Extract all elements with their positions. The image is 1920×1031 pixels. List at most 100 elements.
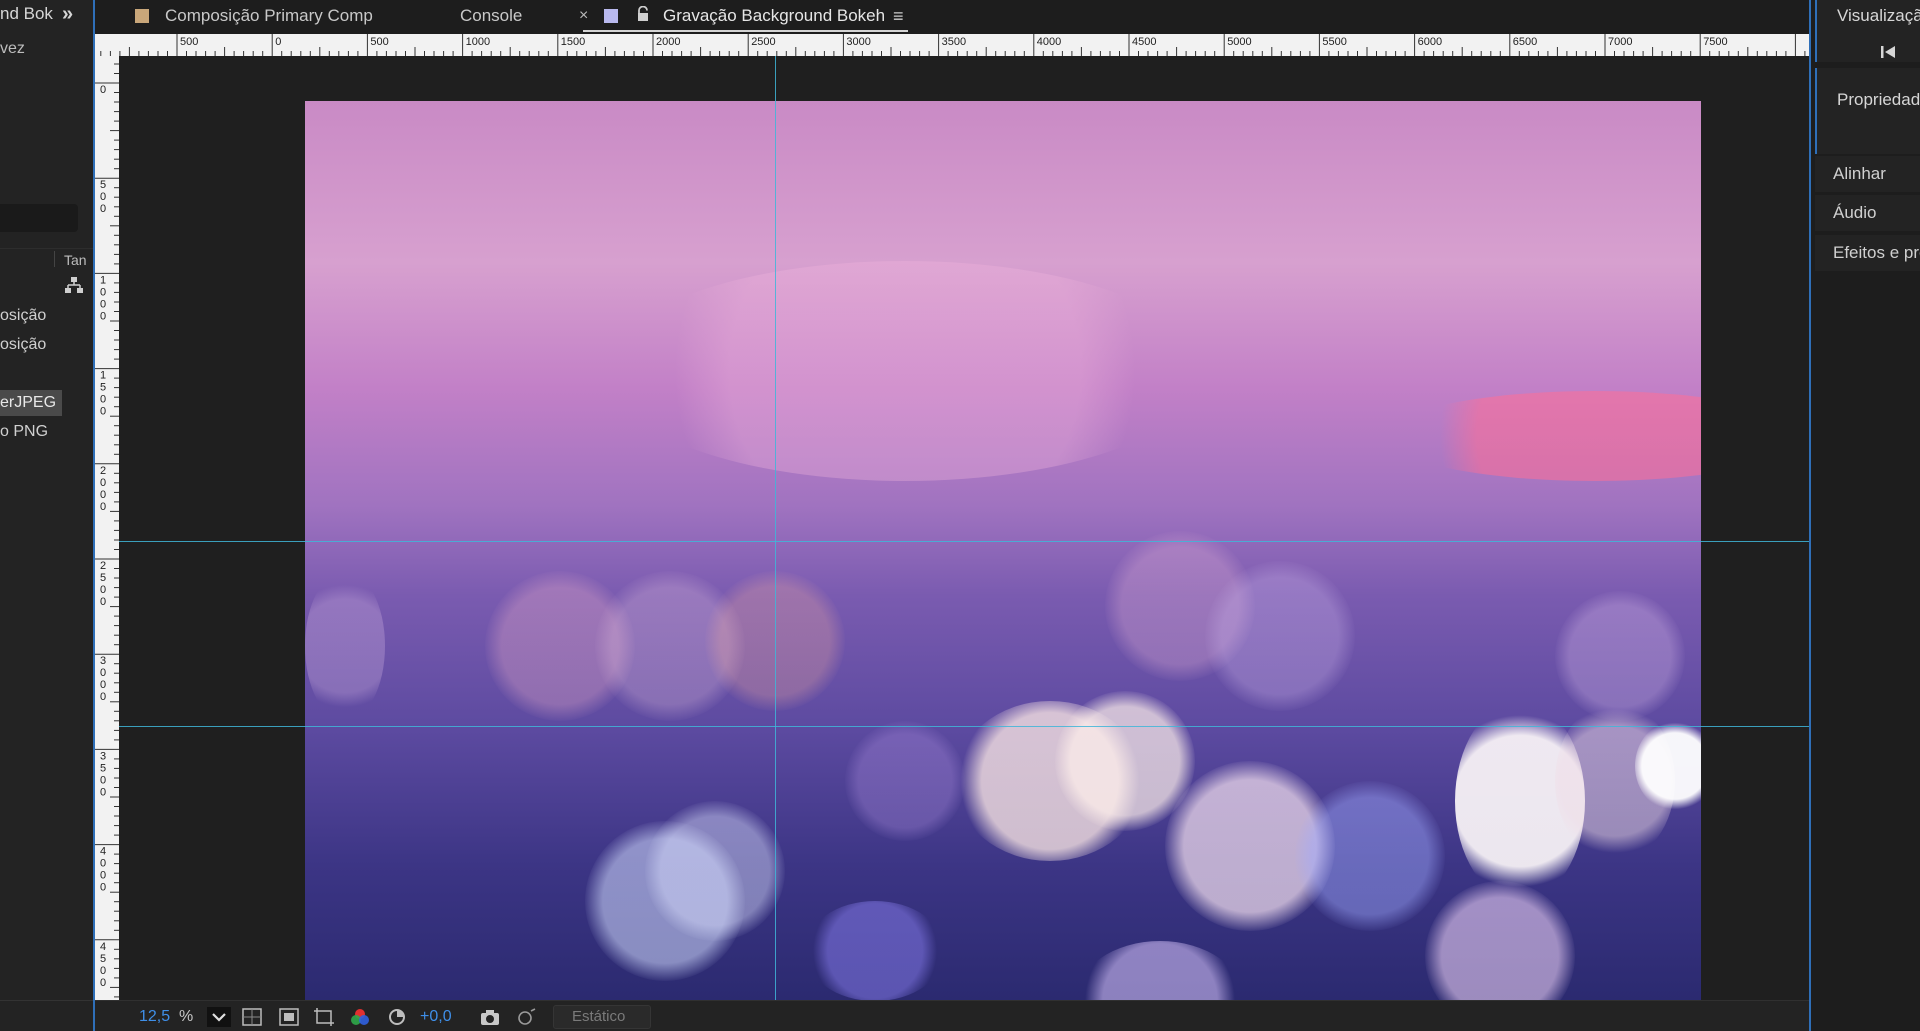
bokeh-light — [1295, 781, 1445, 931]
properties-panel-title[interactable]: Propriedade — [1837, 90, 1920, 110]
ruler-tick-label: 0 — [100, 489, 106, 501]
project-item-selected[interactable]: erJPEG — [0, 390, 62, 416]
ruler-tick-label: 4 — [100, 846, 106, 858]
bokeh-image — [305, 101, 1701, 1000]
ruler-tick-label: 500 — [370, 36, 388, 48]
bokeh-light — [605, 261, 1205, 481]
bokeh-light — [1555, 591, 1685, 721]
flowchart-icon[interactable] — [64, 276, 84, 294]
close-icon[interactable]: × — [579, 7, 588, 25]
ruler-tick-label: 0 — [100, 965, 106, 977]
double-chevron-right-icon[interactable]: » — [62, 3, 73, 26]
ruler-tick-label: 1 — [100, 274, 106, 286]
project-panel-subtitle: vez — [0, 40, 25, 57]
bokeh-light — [1385, 391, 1701, 481]
ruler-tick-label: 0 — [100, 977, 106, 989]
tab-primary-comp[interactable]: Composição Primary Comp — [165, 0, 373, 32]
ruler-tick-label: 0 — [100, 501, 106, 513]
active-tab-indicator — [583, 30, 908, 32]
horizontal-ruler[interactable]: 500 0 500 1000 1500 2000 2500 3000 3500 4000 4500 5… — [95, 34, 1809, 56]
ruler-tick-label: 5 — [100, 382, 106, 394]
tab-background-bokeh[interactable]: Gravação Background Bokeh — [663, 0, 885, 32]
ruler-tick-label: 0 — [100, 882, 106, 894]
preview-panel-title[interactable]: Visualizaçã — [1837, 6, 1920, 26]
composition-panel: Composição Primary Comp Console × Gravaç… — [93, 0, 1811, 1031]
ruler-tick-label: 0 — [100, 679, 106, 691]
divider — [0, 1000, 93, 1001]
bokeh-light — [805, 901, 945, 1000]
ruler-tick-label: 5 — [100, 572, 106, 584]
ruler-tick-label: 0 — [100, 286, 106, 298]
first-frame-icon[interactable] — [1879, 45, 1897, 59]
panel-menu-icon[interactable]: ≡ — [893, 6, 904, 27]
right-panels: Visualizaçã Propriedade Alinhar Áudio Ef… — [1811, 0, 1920, 1031]
ruler-tick-label: 0 — [100, 870, 106, 882]
project-item[interactable]: o PNG — [0, 419, 62, 445]
ruler-tick-label: 2 — [100, 560, 106, 572]
ruler-tick-label: 4000 — [1037, 36, 1061, 48]
show-snapshot-icon[interactable] — [515, 1007, 537, 1027]
effects-presets-panel-button[interactable]: Efeitos e pre — [1815, 235, 1920, 271]
transparency-grid-icon[interactable] — [241, 1007, 263, 1027]
composition-viewer[interactable] — [119, 56, 1809, 1000]
lock-icon[interactable] — [636, 6, 650, 22]
ruler-tick-label: 0 — [100, 786, 106, 798]
tab-console[interactable]: Console — [460, 0, 522, 32]
ruler-tick-label: 0 — [100, 596, 106, 608]
ruler-tick-label: 0 — [100, 691, 106, 703]
ruler-tick-label: 4500 — [1132, 36, 1156, 48]
project-panel-tab[interactable]: nd Bok — [0, 4, 53, 28]
ruler-tick-label: 6000 — [1418, 36, 1442, 48]
after-effects-window: nd Bok » vez Tan osição osição erJPEG o … — [0, 0, 1920, 1031]
project-item[interactable]: osição — [0, 332, 62, 358]
ruler-tick-label: 4 — [100, 941, 106, 953]
bokeh-light — [845, 721, 965, 841]
horizontal-ruler-ticks: 500 0 500 1000 1500 2000 2500 3000 3500 4000 4500 5… — [100, 34, 1806, 56]
zoom-value[interactable]: 12,5 — [139, 1006, 170, 1028]
ruler-tick-label: 5 — [100, 953, 106, 965]
project-search-input[interactable] — [0, 204, 78, 232]
ruler-tick-label: 0 — [100, 406, 106, 418]
ruler-tick-label: 0 — [100, 394, 106, 406]
bokeh-light — [645, 801, 785, 941]
column-type-header[interactable]: Tan — [64, 252, 87, 268]
ruler-tick-label: 5 — [100, 762, 106, 774]
guide-line-vertical[interactable] — [775, 56, 776, 1000]
mask-visibility-icon[interactable] — [278, 1007, 300, 1027]
resolution-dropdown[interactable]: Estático — [553, 1005, 651, 1029]
column-separator[interactable] — [54, 251, 55, 267]
bokeh-light — [305, 571, 385, 721]
ruler-tick-label: 0 — [100, 298, 106, 310]
guide-line-horizontal[interactable] — [119, 726, 1809, 727]
ruler-tick-label: 5 — [100, 179, 106, 191]
ruler-tick-label: 0 — [100, 84, 106, 96]
ruler-tick-label: 500 — [180, 36, 198, 48]
ruler-tick-label: 0 — [100, 667, 106, 679]
region-of-interest-icon[interactable] — [313, 1007, 335, 1027]
align-panel-button[interactable]: Alinhar — [1815, 156, 1920, 192]
label-color-swatch[interactable] — [135, 9, 149, 23]
ruler-tick-label: 0 — [100, 584, 106, 596]
ruler-tick-label: 5000 — [1227, 36, 1251, 48]
label-color-swatch[interactable] — [604, 9, 618, 23]
ruler-tick-label: 0 — [100, 774, 106, 786]
audio-panel-button[interactable]: Áudio — [1815, 195, 1920, 231]
ruler-tick-label: 7000 — [1608, 36, 1632, 48]
ruler-tick-label: 0 — [100, 858, 106, 870]
color-channels-icon[interactable] — [349, 1007, 371, 1027]
chevron-down-icon[interactable] — [207, 1007, 231, 1027]
ruler-tick-label: 0 — [275, 36, 281, 48]
guide-line-horizontal[interactable] — [119, 541, 1809, 542]
ruler-tick-label: 0 — [100, 310, 106, 322]
reset-exposure-icon[interactable] — [386, 1007, 408, 1027]
ruler-tick-label: 2000 — [656, 36, 680, 48]
exposure-value[interactable]: +0,0 — [420, 1006, 452, 1028]
camera-icon[interactable] — [479, 1007, 501, 1027]
preview-panel: Visualizaçã — [1815, 0, 1920, 62]
ruler-tick-label: 5500 — [1322, 36, 1346, 48]
vertical-ruler[interactable]: 050010001500200025003000350040004500 — [95, 56, 119, 1000]
ruler-tick-label: 0 — [100, 477, 106, 489]
project-item[interactable]: osição — [0, 303, 62, 329]
ruler-tick-label: 2 — [100, 465, 106, 477]
composition-tab-bar: Composição Primary Comp Console × Gravaç… — [95, 0, 1809, 32]
